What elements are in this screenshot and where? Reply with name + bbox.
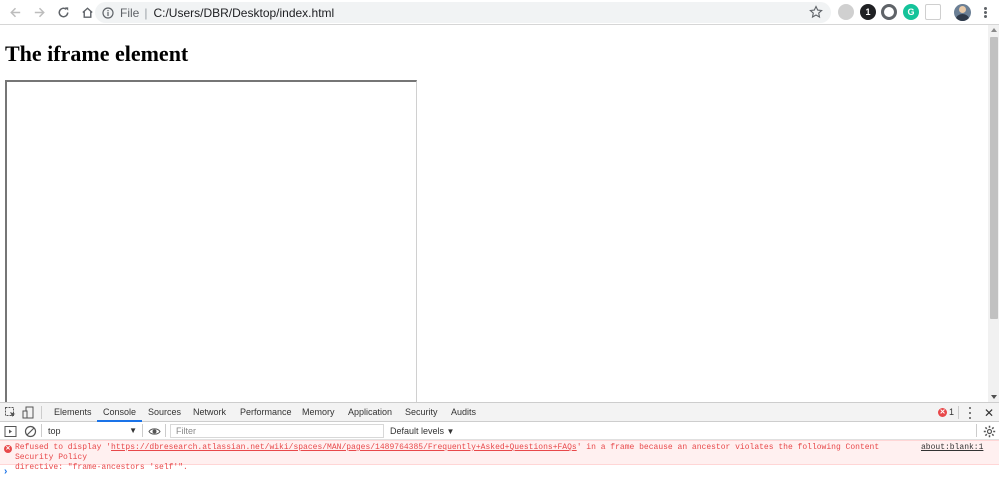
iframe-frame[interactable] [5,80,417,402]
arrow-right-icon [34,7,45,17]
error-count: 1 [949,407,955,417]
dropdown-caret-icon: ▼ [446,427,455,436]
log-levels-label: Default levels [390,426,445,436]
dropdown-caret-icon: ▼ [129,426,137,435]
address-bar[interactable]: File | C:/Users/DBR/Desktop/index.html [95,2,831,23]
devtools-panel: Elements Console Sources Network Perform… [0,402,999,485]
tab-security[interactable]: Security [405,403,438,422]
chrome-menu-icon[interactable] [980,4,990,20]
error-icon: ✕ [938,407,947,417]
page-scrollbar[interactable] [988,25,999,402]
tab-memory[interactable]: Memory [302,403,335,422]
browser-toolbar: File | C:/Users/DBR/Desktop/index.html 1… [0,0,999,25]
scroll-down-arrow-icon[interactable] [991,395,997,399]
error-source-link[interactable]: about:blank:1 [921,443,983,453]
error-url-link[interactable]: https://dbresearch.atlassian.net/wiki/sp… [111,443,577,452]
toolbar-divider [41,424,42,437]
clear-console-icon[interactable] [24,425,37,438]
back-button[interactable] [4,1,26,23]
tab-application[interactable]: Application [348,403,392,422]
gear-icon[interactable] [983,425,996,438]
extension-circle-icon[interactable] [881,4,897,20]
page-title: The iframe element [5,41,189,66]
devtools-menu-icon[interactable] [968,407,972,419]
page-viewport: The iframe element [0,25,988,402]
console-error-message: ✕ Refused to display 'https://dbresearch… [0,440,999,472]
extension-leaf-icon[interactable] [838,4,854,20]
extension-one-icon[interactable]: 1 [860,4,876,20]
grammarly-icon[interactable]: G [903,4,919,20]
tab-elements[interactable]: Elements [54,403,92,422]
reload-icon [58,6,68,17]
eye-icon[interactable] [148,425,161,438]
scrollbar-thumb[interactable] [990,37,998,319]
console-toolbar: top ▼ Default levels ▼ [0,422,999,440]
arrow-left-icon [9,7,20,17]
reload-button[interactable] [52,1,74,23]
console-prompt[interactable]: › [4,466,7,477]
forward-button[interactable] [28,1,50,23]
error-icon: ✕ [4,445,12,453]
context-selector[interactable]: top ▼ [44,424,139,438]
tab-sources[interactable]: Sources [148,403,181,422]
toolbar-divider [958,406,959,419]
device-toolbar-icon[interactable] [22,406,35,419]
console-filter-input[interactable] [170,424,384,438]
error-counter[interactable]: ✕ 1 [938,407,954,417]
log-levels-dropdown[interactable]: Default levels ▼ [390,424,454,439]
tab-audits[interactable]: Audits [451,403,476,422]
info-icon[interactable] [102,6,114,19]
toolbar-divider [165,424,166,437]
scroll-up-arrow-icon[interactable] [991,28,997,32]
error-text: Refused to display 'https://dbresearch.a… [15,443,880,472]
toolbar-divider [41,406,42,419]
sidebar-toggle-icon[interactable] [4,425,17,438]
tab-network[interactable]: Network [193,403,226,422]
url-scheme: File [120,5,140,20]
inspect-element-icon[interactable] [4,406,17,419]
tab-console[interactable]: Console [97,403,143,422]
url-separator: | [144,5,148,20]
toolbar-divider [142,424,143,437]
devtools-tabbar: Elements Console Sources Network Perform… [0,402,999,422]
bookmark-star-icon[interactable] [809,5,823,19]
url-text[interactable]: C:/Users/DBR/Desktop/index.html [153,6,334,20]
extension-box-icon[interactable] [925,4,941,20]
close-icon[interactable]: ✕ [984,407,994,419]
home-icon [81,6,93,18]
context-value: top [48,426,61,436]
tab-performance[interactable]: Performance [240,403,292,422]
profile-avatar[interactable] [954,4,971,21]
toolbar-divider [976,424,977,437]
